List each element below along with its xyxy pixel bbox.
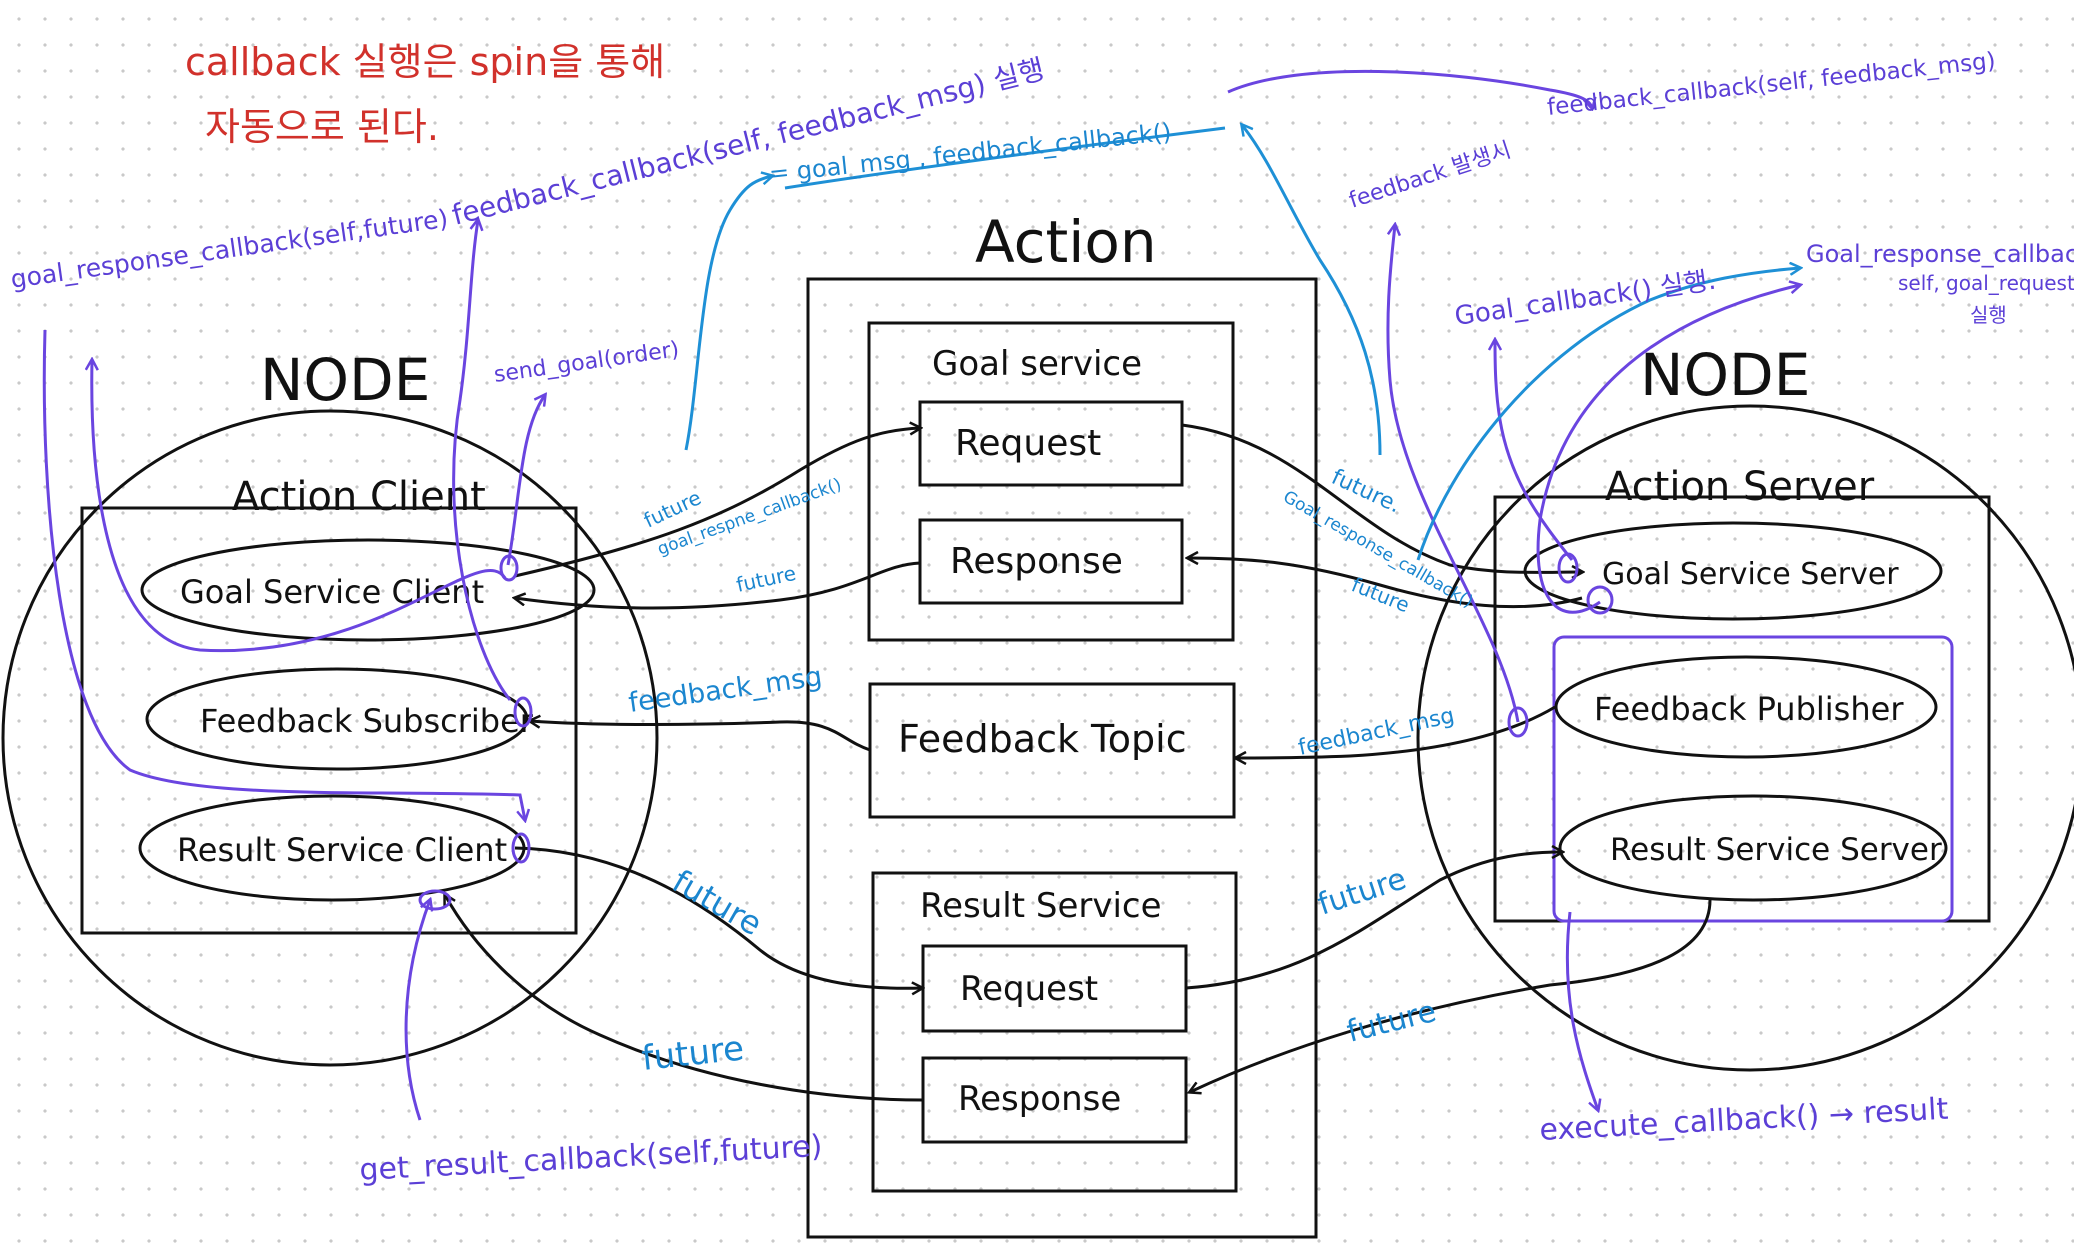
goal-service-server-label: Goal Service Server	[1602, 557, 1899, 592]
label-future-result-req-right: future	[1314, 861, 1411, 922]
result-service-title: Result Service	[920, 886, 1162, 926]
action-server-title: Action Server	[1605, 464, 1875, 510]
action-diagram: callback 실행은 spin을 통해 자동으로 된다. Action Go…	[1, 40, 2074, 1239]
label-feedback-msg-left: feedback_msg	[627, 661, 824, 719]
arrow-send-goal	[506, 395, 545, 566]
label-goal-response-callback-left: goal_response_callback(self,future)	[9, 204, 450, 294]
goal-service-title: Goal service	[932, 344, 1142, 384]
note-automatic: 자동으로 된다.	[205, 105, 439, 149]
client-node-label: NODE	[260, 346, 430, 414]
goal-request-label: Request	[955, 423, 1101, 464]
feedback-publisher-label: Feedback Publisher	[1594, 690, 1904, 728]
label-future-result-resp-left: future	[640, 1028, 746, 1079]
label-goal-response-callback-right-3: 실행	[1970, 303, 2007, 327]
server-node-label: NODE	[1640, 341, 1810, 409]
arrow-feedback-sub	[530, 721, 871, 752]
label-future-goal-2: goal_respne_callback()	[655, 474, 844, 559]
label-goal-response-callback-right-2: self, goal_request)	[1898, 271, 2074, 295]
result-service-server-label: Result Service Server	[1610, 832, 1942, 868]
result-response-label: Response	[958, 1079, 1121, 1119]
label-send-goal: send_goal(order)	[492, 337, 680, 388]
label-feedback-callback-right: feedback_callback(self, feedback_msg)	[1546, 48, 1997, 121]
marker-goal-server-top	[1557, 552, 1579, 584]
result-service-client-label: Result Service Client	[177, 831, 507, 869]
label-execute-callback: execute_callback() → result	[1539, 1092, 1950, 1148]
action-title: Action	[975, 208, 1157, 276]
goal-service-client-label: Goal Service Client	[180, 573, 484, 611]
label-future-goal-right-1: future.	[1327, 465, 1404, 519]
feedback-subscriber-label: Feedback Subscriber	[200, 702, 534, 740]
arrow-future-feedback-callback	[1242, 125, 1382, 456]
execute-group-box	[1552, 635, 1954, 923]
goal-response-label: Response	[950, 541, 1123, 582]
label-future-goal-right-3: future	[1348, 572, 1413, 617]
arrow-feedback-callback-right	[1227, 69, 1592, 108]
label-future-response-left: future	[734, 561, 798, 597]
label-get-result-callback: get_result_callback(self,future)	[359, 1129, 824, 1188]
label-goal-callback: Goal_callback() 실행.	[1453, 266, 1718, 332]
label-feedback-occurs: feedback 발생시	[1346, 138, 1514, 214]
action-client-title: Action Client	[232, 474, 486, 520]
feedback-topic-label: Feedback Topic	[898, 717, 1187, 761]
label-future-result-resp-right: future	[1343, 994, 1439, 1050]
note-callback-spin: callback 실행은 spin을 통해	[185, 40, 665, 84]
arrow-future-goal-msg	[684, 176, 772, 451]
result-request-label: Request	[960, 969, 1098, 1009]
marker-result-callback	[418, 889, 452, 911]
arrow-result-response-server	[1190, 899, 1712, 1092]
label-feedback-msg-right: feedback_msg	[1296, 703, 1457, 760]
label-future-result-req-left: future	[666, 862, 769, 943]
arrow-execute-callback	[1565, 911, 1598, 1110]
label-goal-response-callback-right-1: Goal_response_callback(	[1806, 240, 2074, 268]
